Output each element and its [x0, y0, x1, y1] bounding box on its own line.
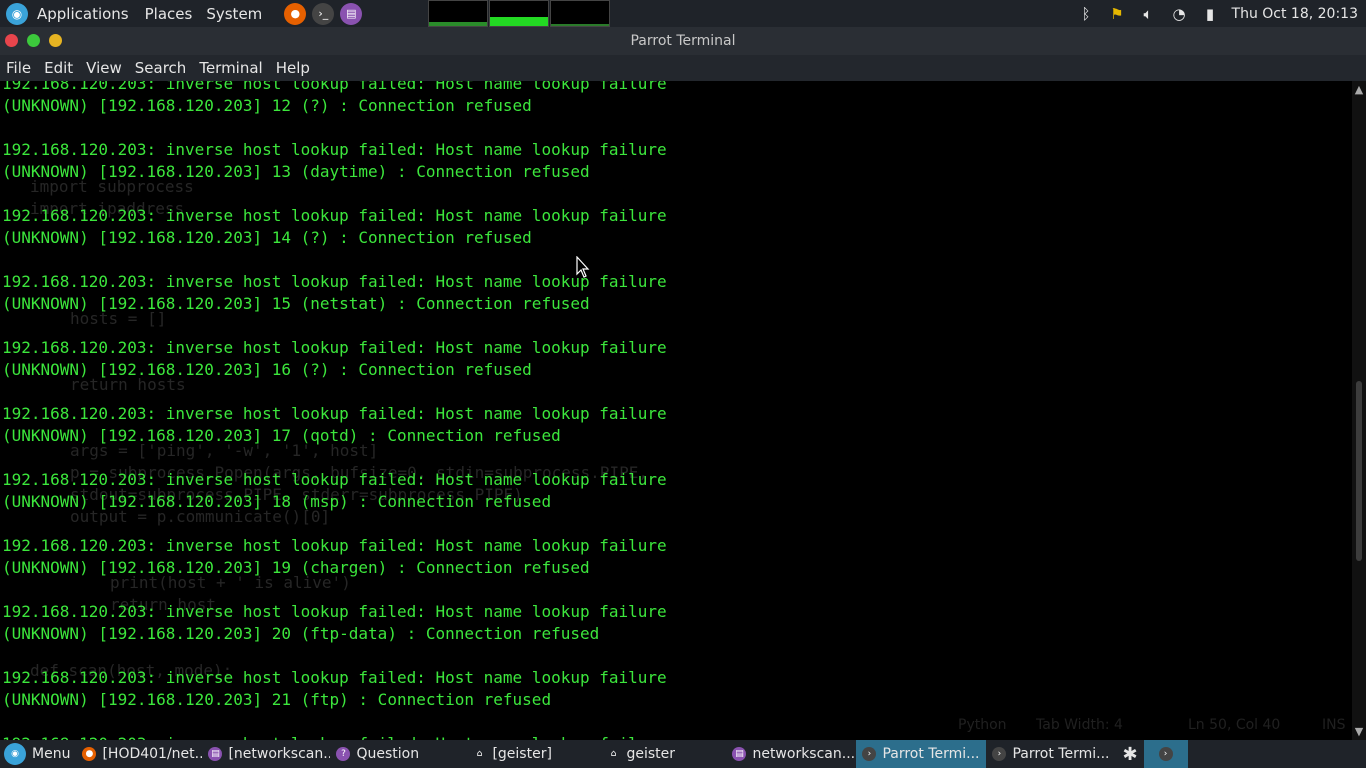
places-menu[interactable]: Places — [141, 0, 197, 27]
close-window-button[interactable] — [5, 34, 18, 47]
terminal-icon: › — [1158, 747, 1173, 761]
taskbar-task-label: Parrot Termi... — [882, 746, 980, 762]
maximize-window-button[interactable] — [49, 34, 62, 47]
ghost-status-tabwidth: Tab Width: 4 — [1036, 717, 1123, 733]
taskbar-task-label: Question — [356, 746, 420, 762]
bluetooth-icon[interactable]: ᛒ — [1071, 5, 1102, 23]
taskbar-task-label: [HOD401/net... — [102, 746, 203, 762]
terminal-line: (UNKNOWN) [192.168.120.203] 13 (daytime)… — [2, 162, 590, 181]
taskbar-task[interactable]: ⌂ geister — [600, 740, 726, 768]
menu-search[interactable]: Search — [129, 59, 194, 77]
firefox-icon: ● — [82, 747, 97, 761]
terminal-line: (UNKNOWN) [192.168.120.203] 17 (qotd) : … — [2, 426, 561, 445]
taskbar-task[interactable]: › Parrot Termi... — [986, 740, 1116, 768]
menu-view[interactable]: View — [80, 59, 129, 77]
taskbar-task-label: networkscan... — [752, 746, 856, 762]
clock[interactable]: Thu Oct 18, 20:13 — [1226, 6, 1366, 22]
terminal-line: 192.168.120.203: inverse host lookup fai… — [2, 733, 667, 740]
editor-icon: ▤ — [208, 747, 223, 761]
cpu-graph — [428, 0, 488, 27]
memory-graph — [489, 0, 549, 27]
terminal-line: 192.168.120.203: inverse host lookup fai… — [2, 206, 667, 225]
top-panel: ◉ Applications Places System ● ›_ ▤ ᛒ ⚑ … — [0, 0, 1366, 27]
network-graph — [550, 0, 610, 27]
scroll-down-icon[interactable]: ▼ — [1352, 725, 1366, 738]
window-titlebar[interactable]: Parrot Terminal — [0, 27, 1366, 55]
terminal-line: 192.168.120.203: inverse host lookup fai… — [2, 536, 667, 555]
terminal-line: 192.168.120.203: inverse host lookup fai… — [2, 470, 667, 489]
terminal-icon: › — [862, 747, 877, 761]
terminal-line: 192.168.120.203: inverse host lookup fai… — [2, 668, 667, 687]
taskbar-asterisk-icon[interactable]: ✱ — [1116, 740, 1143, 768]
terminal-scrollbar[interactable]: ▲ ▼ — [1352, 81, 1366, 740]
taskbar-terminal-launcher[interactable]: › — [1143, 740, 1188, 768]
parrot-menu-icon: ◉ — [4, 743, 26, 765]
network-manager-icon[interactable]: ⚑ — [1102, 5, 1133, 23]
bottom-taskbar: ◉ Menu ● [HOD401/net... ▤ [networkscan...? Q… — [0, 740, 1366, 768]
menubar: File Edit View Search Terminal Help — [0, 55, 1366, 81]
editor-icon: ▤ — [732, 747, 747, 761]
ghost-status-mode: INS — [1322, 717, 1346, 733]
menu-edit[interactable]: Edit — [38, 59, 80, 77]
system-tray: ᛒ ⚑ 🔈︎ ◔ ▮ Thu Oct 18, 20:13 — [1071, 0, 1366, 27]
terminal-line: (UNKNOWN) [192.168.120.203] 20 (ftp-data… — [2, 624, 600, 643]
ghost-status-position: Ln 50, Col 40 — [1188, 717, 1281, 733]
terminal-line: 192.168.120.203: inverse host lookup fai… — [2, 338, 667, 357]
terminal-line: 192.168.120.203: inverse host lookup fai… — [2, 140, 667, 159]
terminal-launcher-icon[interactable]: ›_ — [312, 2, 335, 25]
taskbar-task-label: [networkscan... — [228, 746, 331, 762]
taskbar-menu-button[interactable]: ◉ Menu — [0, 740, 76, 768]
taskbar-task[interactable]: ▤ networkscan... — [726, 740, 856, 768]
firefox-icon[interactable]: ● — [284, 2, 307, 25]
parrot-logo-icon[interactable]: ◉ — [6, 2, 28, 25]
menu-terminal[interactable]: Terminal — [193, 59, 269, 77]
folder-icon: ⌂ — [610, 749, 617, 759]
folder-icon: ⌂ — [476, 749, 483, 759]
taskbar-task[interactable]: ⌂ [geister] — [466, 740, 600, 768]
system-menu[interactable]: System — [202, 0, 266, 27]
terminal-line: 192.168.120.203: inverse host lookup fai… — [2, 272, 667, 291]
menu-label: Menu — [32, 746, 71, 762]
volume-icon[interactable]: 🔈︎ — [1133, 5, 1164, 23]
mouse-pointer-icon — [576, 256, 590, 278]
scrollbar-thumb[interactable] — [1356, 381, 1362, 561]
terminal-line: (UNKNOWN) [192.168.120.203] 21 (ftp) : C… — [2, 690, 552, 709]
terminal-line: (UNKNOWN) [192.168.120.203] 16 (?) : Con… — [2, 360, 532, 379]
taskbar-task[interactable]: ● [HOD401/net... — [76, 740, 202, 768]
terminal-line: (UNKNOWN) [192.168.120.203] 18 (msp) : C… — [2, 492, 552, 511]
terminal-line: (UNKNOWN) [192.168.120.203] 14 (?) : Con… — [2, 228, 532, 247]
taskbar-task-label: [geister] — [492, 746, 552, 762]
help-icon: ? — [336, 747, 351, 761]
terminal-line: (UNKNOWN) [192.168.120.203] 19 (chargen)… — [2, 558, 590, 577]
minimize-window-button[interactable] — [27, 34, 40, 47]
taskbar-task[interactable]: ▤ [networkscan... — [202, 740, 330, 768]
window-title: Parrot Terminal — [630, 33, 736, 49]
terminal-line: (UNKNOWN) [192.168.120.203] 15 (netstat)… — [2, 294, 590, 313]
text-editor-launcher-icon[interactable]: ▤ — [340, 2, 363, 25]
taskbar-task[interactable]: › Parrot Termi... — [856, 740, 987, 768]
terminal-line-partial-top: 192.168.120.203: inverse host lookup fai… — [2, 81, 667, 93]
terminal-line: 192.168.120.203: inverse host lookup fai… — [2, 602, 667, 621]
task-list: ● [HOD401/net... ▤ [networkscan...? Question… — [76, 740, 1116, 768]
terminal-icon: › — [992, 747, 1007, 761]
scroll-up-icon[interactable]: ▲ — [1352, 83, 1366, 96]
taskbar-task-label: Parrot Termi... — [1012, 746, 1110, 762]
taskbar-task[interactable]: ? Question — [330, 740, 466, 768]
ghost-status-language: Python — [958, 717, 1007, 733]
menu-file[interactable]: File — [0, 59, 38, 77]
applications-menu[interactable]: Applications — [33, 0, 133, 27]
terminal-output[interactable]: import subprocess import ipaddress hosts =… — [0, 81, 1352, 740]
terminal-line: 192.168.120.203: inverse host lookup fai… — [2, 404, 667, 423]
terminal-line: (UNKNOWN) [192.168.120.203] 12 (?) : Con… — [2, 96, 532, 115]
taskbar-task-label: geister — [626, 746, 675, 762]
battery-icon[interactable]: ▮ — [1195, 5, 1226, 23]
wifi-icon[interactable]: ◔ — [1164, 5, 1195, 23]
menu-help[interactable]: Help — [270, 59, 317, 77]
